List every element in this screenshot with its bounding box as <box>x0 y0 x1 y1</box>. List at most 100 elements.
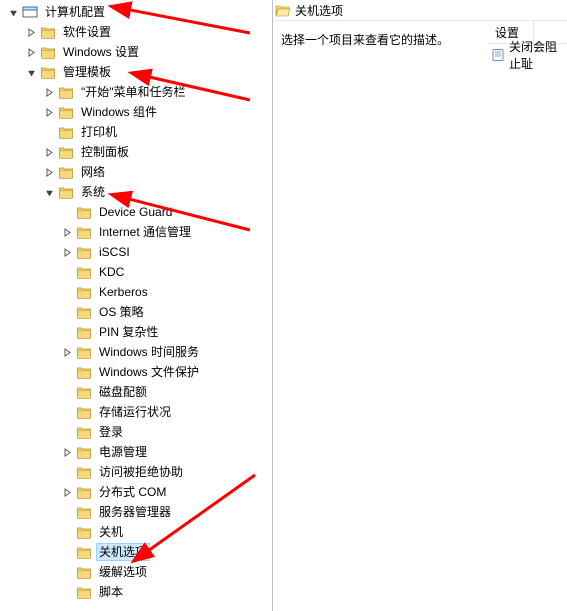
tree-item[interactable]: 打印机 <box>0 122 272 142</box>
tree-item-label: 脚本 <box>96 582 126 602</box>
tree-toggle-closed-icon[interactable] <box>42 145 56 159</box>
tree-toggle-open-icon[interactable] <box>6 5 20 19</box>
right-panel: 关机选项 选择一个项目来查看它的描述。 设置 关闭会阻止耻 <box>273 0 567 611</box>
tree-toggle-none <box>60 405 74 419</box>
tree-toggle-none <box>60 205 74 219</box>
folder-icon <box>76 564 92 580</box>
tree-toggle-closed-icon[interactable] <box>42 105 56 119</box>
tree-item[interactable]: 控制面板 <box>0 142 272 162</box>
description-prompt: 选择一个项目来查看它的描述。 <box>281 33 449 47</box>
tree-toggle-none <box>60 265 74 279</box>
tree-item-label: 管理模板 <box>60 62 114 82</box>
tree-item-label: "开始"菜单和任务栏 <box>78 82 189 102</box>
folder-icon <box>76 284 92 300</box>
folder-icon <box>76 344 92 360</box>
tree-toggle-none <box>60 585 74 599</box>
tree-item-label: Windows 组件 <box>78 102 160 122</box>
tree-item-label: 分布式 COM <box>96 482 169 502</box>
computer-config-icon <box>22 4 38 20</box>
tree-item[interactable]: 管理模板 <box>0 62 272 82</box>
tree-item-label: KDC <box>96 262 127 282</box>
policy-item-icon <box>491 47 505 63</box>
tree-item-label: PIN 复杂性 <box>96 322 161 342</box>
tree-toggle-closed-icon[interactable] <box>42 165 56 179</box>
tree-item-label: 网络 <box>78 162 108 182</box>
tree-item[interactable]: 软件设置 <box>0 22 272 42</box>
tree-item-label: 磁盘配额 <box>96 382 150 402</box>
tree-item[interactable]: Windows 设置 <box>0 42 272 62</box>
tree-item[interactable]: Kerberos <box>0 282 272 302</box>
tree-toggle-none <box>60 285 74 299</box>
tree-toggle-none <box>60 425 74 439</box>
tree-item[interactable]: 计算机配置 <box>0 2 272 22</box>
tree-item[interactable]: 系统 <box>0 182 272 202</box>
tree-item[interactable]: 缓解选项 <box>0 562 272 582</box>
folder-icon <box>76 504 92 520</box>
tree-item[interactable]: Windows 时间服务 <box>0 342 272 362</box>
tree-item-label: 登录 <box>96 422 126 442</box>
list-body: 关闭会阻止耻 <box>489 44 567 66</box>
tree-item[interactable]: Windows 组件 <box>0 102 272 122</box>
tree-item-label: 关机选项 <box>96 543 150 561</box>
folder-icon <box>40 24 56 40</box>
folder-icon <box>58 164 74 180</box>
tree-item-label: Windows 设置 <box>60 42 142 62</box>
tree-item[interactable]: "开始"菜单和任务栏 <box>0 82 272 102</box>
tree-item-label: 打印机 <box>78 122 120 142</box>
folder-icon <box>76 304 92 320</box>
content-header-title: 关机选项 <box>295 2 343 19</box>
tree-item[interactable]: 登录 <box>0 422 272 442</box>
folder-icon <box>58 84 74 100</box>
folder-icon <box>76 404 92 420</box>
tree-toggle-closed-icon[interactable] <box>24 25 38 39</box>
folder-icon <box>76 464 92 480</box>
tree-item-label: 存储运行状况 <box>96 402 174 422</box>
tree-item[interactable]: Windows 文件保护 <box>0 362 272 382</box>
tree-toggle-open-icon[interactable] <box>42 185 56 199</box>
tree-toggle-none <box>60 505 74 519</box>
tree-item-label: Windows 文件保护 <box>96 362 202 382</box>
tree-item[interactable]: 关机 <box>0 522 272 542</box>
tree-item[interactable]: 服务器管理器 <box>0 502 272 522</box>
folder-icon <box>40 64 56 80</box>
folder-icon <box>76 204 92 220</box>
tree-item[interactable]: Device Guard <box>0 202 272 222</box>
folder-icon <box>76 444 92 460</box>
tree-toggle-closed-icon[interactable] <box>60 345 74 359</box>
tree-toggle-none <box>42 125 56 139</box>
tree-item[interactable]: 分布式 COM <box>0 482 272 502</box>
tree-toggle-closed-icon[interactable] <box>60 485 74 499</box>
tree-item[interactable]: 电源管理 <box>0 442 272 462</box>
tree-item[interactable]: iSCSI <box>0 242 272 262</box>
tree-item[interactable]: 存储运行状况 <box>0 402 272 422</box>
tree-item[interactable]: PIN 复杂性 <box>0 322 272 342</box>
folder-icon <box>76 384 92 400</box>
tree-item[interactable]: 磁盘配额 <box>0 382 272 402</box>
tree-item[interactable]: KDC <box>0 262 272 282</box>
tree-panel[interactable]: 计算机配置软件设置Windows 设置管理模板"开始"菜单和任务栏Windows… <box>0 0 273 611</box>
tree-toggle-none <box>60 365 74 379</box>
tree-toggle-none <box>60 565 74 579</box>
tree-toggle-closed-icon[interactable] <box>60 225 74 239</box>
tree-toggle-none <box>60 525 74 539</box>
folder-icon <box>76 424 92 440</box>
folder-icon <box>76 544 92 560</box>
policy-item[interactable]: 关闭会阻止耻 <box>489 46 567 64</box>
tree-item[interactable]: 脚本 <box>0 582 272 602</box>
tree-toggle-none <box>60 305 74 319</box>
tree-item[interactable]: 网络 <box>0 162 272 182</box>
folder-icon <box>76 324 92 340</box>
tree-toggle-closed-icon[interactable] <box>24 45 38 59</box>
tree-item-label: Device Guard <box>96 202 175 222</box>
tree-item[interactable]: 关机选项 <box>0 542 272 562</box>
folder-icon <box>76 244 92 260</box>
tree-toggle-open-icon[interactable] <box>24 65 38 79</box>
tree-item[interactable]: Internet 通信管理 <box>0 222 272 242</box>
tree-toggle-closed-icon[interactable] <box>42 85 56 99</box>
tree-item-label: 电源管理 <box>96 442 150 462</box>
tree-toggle-closed-icon[interactable] <box>60 445 74 459</box>
tree-item-label: 缓解选项 <box>96 562 150 582</box>
tree-item[interactable]: 访问被拒绝协助 <box>0 462 272 482</box>
tree-toggle-closed-icon[interactable] <box>60 245 74 259</box>
tree-item[interactable]: OS 策略 <box>0 302 272 322</box>
